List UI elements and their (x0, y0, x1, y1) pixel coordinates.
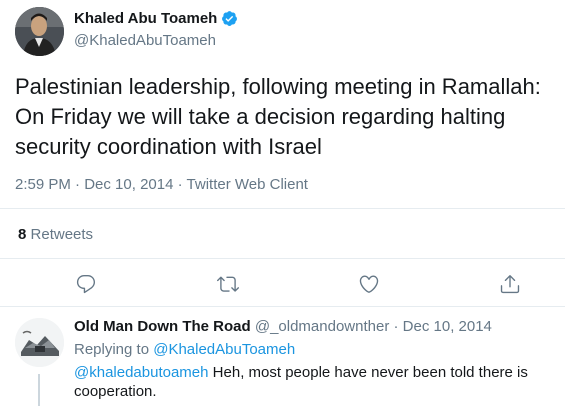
verified-badge-icon (221, 10, 238, 27)
author-handle[interactable]: @KhaledAbuToameh (74, 32, 216, 49)
retweet-label: Retweets (30, 226, 94, 243)
meta-separator: · (75, 176, 85, 193)
divider (0, 208, 565, 209)
meta-separator: · (177, 176, 187, 193)
thread-line (38, 374, 40, 406)
replying-to: Replying to @KhaledAbuToameh (74, 341, 295, 358)
reply-icon (75, 275, 97, 299)
tweet-source[interactable]: Twitter Web Client (187, 176, 308, 193)
replying-to-handle[interactable]: @KhaledAbuToameh (153, 341, 295, 358)
reply-header: Old Man Down The Road @_oldmandownther ·… (74, 318, 492, 335)
heart-icon (358, 275, 380, 299)
tweet-text: Palestinian leadership, following meetin… (15, 74, 541, 159)
author-avatar[interactable] (15, 7, 64, 56)
tweet-time[interactable]: 2:59 PM (15, 176, 71, 193)
reply-button[interactable] (75, 273, 99, 297)
tweet-action-bar (0, 268, 565, 302)
tweet-date[interactable]: Dec 10, 2014 (84, 176, 173, 193)
retweet-icon (217, 276, 239, 299)
retweet-count: 8 (18, 226, 27, 243)
author-name-text[interactable]: Khaled Abu Toameh (74, 10, 217, 27)
reply-author-avatar[interactable] (15, 318, 64, 367)
share-icon (499, 275, 521, 299)
reply-author-name[interactable]: Old Man Down The Road (74, 318, 251, 335)
retweet-stats[interactable]: 8 Retweets (18, 226, 93, 243)
retweet-button[interactable] (217, 273, 241, 297)
share-button[interactable] (499, 273, 523, 297)
divider (0, 258, 565, 259)
reply-separator: · (393, 318, 403, 335)
reply-text: @khaledabutoameh Heh, most people have n… (74, 363, 544, 401)
tweet-meta: 2:59 PM · Dec 10, 2014 · Twitter Web Cli… (15, 176, 308, 193)
like-button[interactable] (358, 273, 382, 297)
replying-to-label: Replying to (74, 341, 150, 358)
reply-mention[interactable]: @khaledabutoameh (74, 364, 209, 381)
reply-author-handle[interactable]: @_oldmandownther (255, 318, 389, 335)
divider (0, 306, 565, 307)
author-name[interactable]: Khaled Abu Toameh (74, 10, 238, 27)
reply-date[interactable]: Dec 10, 2014 (403, 318, 492, 335)
